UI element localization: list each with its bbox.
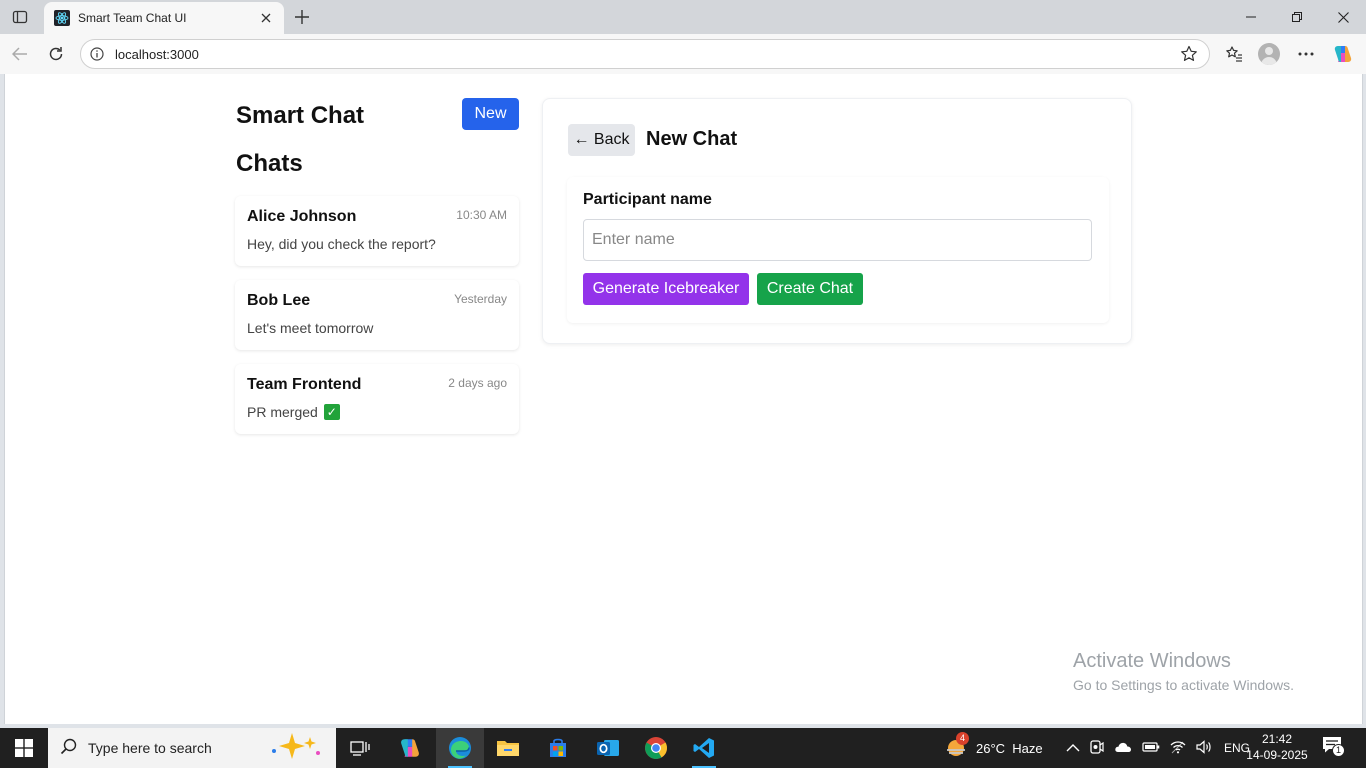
microsoft-store-icon[interactable] — [534, 728, 582, 768]
clock-date: 14-09-2025 — [1246, 748, 1308, 762]
browser-navbar: localhost:3000 — [0, 34, 1366, 74]
chat-preview: PR merged ✓ — [247, 404, 340, 420]
participant-name-label: Participant name — [583, 191, 712, 208]
outlook-icon[interactable] — [584, 728, 632, 768]
copilot-app-icon[interactable] — [386, 728, 434, 768]
volume-icon[interactable] — [1196, 739, 1212, 757]
chat-preview: Hey, did you check the report? — [247, 236, 436, 252]
chats-heading: Chats — [236, 150, 303, 177]
tab-actions-icon[interactable] — [8, 6, 32, 28]
file-explorer-icon[interactable] — [484, 728, 532, 768]
onedrive-icon[interactable] — [1114, 741, 1132, 756]
taskbar-clock[interactable]: 21:42 14-09-2025 — [1245, 731, 1309, 763]
task-view-icon[interactable] — [336, 728, 384, 768]
close-tab-icon[interactable] — [256, 8, 276, 28]
tab-title: Smart Team Chat UI — [78, 11, 187, 25]
site-info-icon[interactable] — [89, 46, 105, 62]
weather-alert-badge: 4 — [956, 732, 969, 745]
chat-list: Alice Johnson 10:30 AM Hey, did you chec… — [235, 196, 519, 448]
url-text: localhost:3000 — [115, 46, 199, 62]
favorite-star-icon[interactable] — [1177, 42, 1201, 66]
chat-name: Team Frontend — [247, 376, 362, 393]
browser-tabbar: Smart Team Chat UI — [0, 0, 1366, 34]
weather-icon: 4 — [944, 732, 969, 760]
react-icon — [54, 10, 70, 26]
copilot-icon[interactable] — [1330, 42, 1356, 66]
chat-preview-text: Hey, did you check the report? — [247, 236, 436, 252]
activate-title: Activate Windows — [1073, 650, 1231, 672]
chat-list-item[interactable]: Team Frontend 2 days ago PR merged ✓ — [235, 364, 519, 434]
windows-taskbar: Type here to search 4 26°C Haze ENG 21:4… — [0, 728, 1366, 768]
chrome-icon[interactable] — [632, 728, 680, 768]
restore-icon[interactable] — [1274, 0, 1320, 34]
clock-time: 21:42 — [1261, 732, 1293, 746]
system-tray: ENG — [1066, 728, 1250, 768]
chat-list-item[interactable]: Bob Lee Yesterday Let's meet tomorrow — [235, 280, 519, 350]
minimize-icon[interactable] — [1228, 0, 1274, 34]
back-button[interactable]: ← Back — [568, 124, 635, 156]
chat-preview: Let's meet tomorrow — [247, 320, 373, 336]
activate-windows-watermark: Activate Windows Go to Settings to activ… — [1073, 650, 1294, 693]
generate-icebreaker-button[interactable]: Generate Icebreaker — [583, 273, 749, 305]
refresh-icon[interactable] — [43, 42, 69, 66]
profile-avatar[interactable] — [1258, 43, 1280, 65]
create-chat-button[interactable]: Create Chat — [757, 273, 863, 305]
chat-preview-text: Let's meet tomorrow — [247, 320, 374, 336]
favorites-icon[interactable] — [1221, 42, 1247, 66]
new-chat-button[interactable]: New — [462, 98, 519, 130]
wifi-icon[interactable] — [1170, 740, 1186, 757]
sparkle-icon — [268, 731, 324, 766]
check-mark-icon: ✓ — [323, 404, 340, 420]
chevron-up-icon[interactable] — [1066, 741, 1080, 756]
taskbar-search[interactable]: Type here to search — [48, 728, 336, 768]
windows-start-icon[interactable] — [0, 728, 48, 768]
search-icon — [60, 737, 78, 760]
weather-text: 26°C Haze — [976, 740, 1043, 756]
chat-list-item[interactable]: Alice Johnson 10:30 AM Hey, did you chec… — [235, 196, 519, 266]
close-window-icon[interactable] — [1320, 0, 1366, 34]
notifications-button[interactable]: 1 — [1322, 728, 1346, 768]
chat-preview-text: PR merged — [247, 404, 318, 420]
search-placeholder: Type here to search — [88, 740, 212, 756]
chat-name: Bob Lee — [247, 292, 311, 309]
panel-title: New Chat — [646, 128, 738, 150]
activate-subtitle: Go to Settings to activate Windows. — [1073, 677, 1294, 693]
meet-now-icon[interactable] — [1090, 739, 1104, 758]
more-options-icon[interactable] — [1293, 42, 1319, 66]
app-title: Smart Chat — [236, 102, 365, 129]
new-chat-panel: ← Back New Chat Participant name Generat… — [542, 98, 1132, 344]
battery-icon[interactable] — [1142, 741, 1160, 756]
chat-time: 2 days ago — [448, 376, 507, 390]
browser-tab[interactable]: Smart Team Chat UI — [44, 2, 284, 34]
chat-time: 10:30 AM — [456, 208, 507, 222]
vscode-icon[interactable] — [680, 728, 728, 768]
notification-count-badge: 1 — [1332, 744, 1345, 757]
notification-icon: 1 — [1322, 736, 1346, 760]
address-bar[interactable]: localhost:3000 — [80, 39, 1210, 69]
chat-name: Alice Johnson — [247, 208, 357, 225]
new-tab-icon[interactable] — [290, 5, 314, 29]
page-viewport: Smart Chat New Chats Alice Johnson 10:30… — [4, 74, 1363, 724]
weather-widget[interactable]: 4 26°C Haze — [944, 728, 1043, 768]
back-arrow-icon[interactable] — [7, 42, 33, 66]
chat-time: Yesterday — [454, 292, 507, 306]
participant-name-input[interactable] — [583, 219, 1092, 261]
edge-browser-icon[interactable] — [436, 728, 484, 768]
new-chat-form: Participant name Generate Icebreaker Cre… — [567, 177, 1109, 323]
